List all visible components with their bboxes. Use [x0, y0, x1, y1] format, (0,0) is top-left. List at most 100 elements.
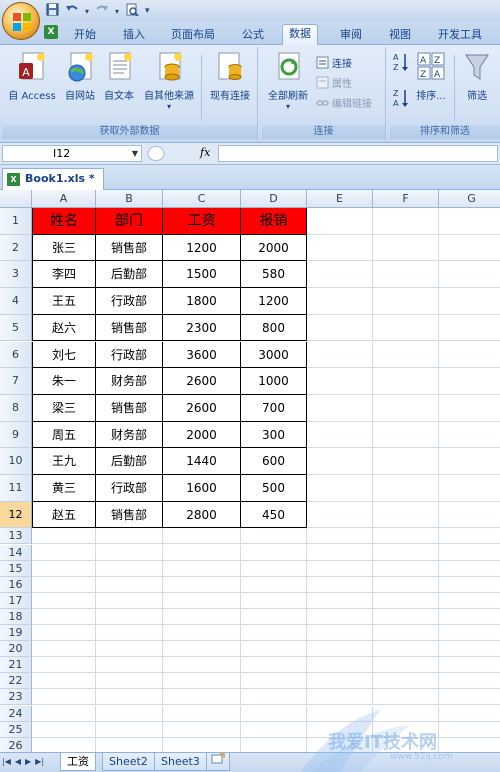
empty-cell[interactable]	[307, 501, 373, 529]
row-header-16[interactable]: 16	[0, 576, 32, 593]
table-cell[interactable]: 朱一	[32, 368, 96, 395]
empty-cell[interactable]	[163, 641, 241, 658]
undo-dropdown-icon[interactable]: ▾	[85, 7, 89, 16]
row-header-13[interactable]: 13	[0, 528, 32, 545]
table-cell[interactable]: 销售部	[96, 394, 163, 422]
empty-cell[interactable]	[241, 625, 307, 642]
table-cell[interactable]: 刘七	[32, 341, 96, 369]
empty-cell[interactable]	[32, 657, 96, 674]
empty-cell[interactable]	[307, 448, 373, 475]
prev-sheet-icon[interactable]: ◀	[15, 757, 21, 766]
empty-cell[interactable]	[439, 577, 500, 593]
empty-cell[interactable]	[373, 448, 439, 475]
table-cell[interactable]: 1200	[163, 234, 241, 262]
table-cell[interactable]: 赵五	[32, 501, 96, 529]
empty-cell[interactable]	[96, 528, 163, 545]
table-cell[interactable]: 梁三	[32, 394, 96, 422]
empty-cell[interactable]	[439, 673, 500, 690]
table-header-cell[interactable]: 部门	[96, 208, 163, 235]
empty-cell[interactable]	[307, 341, 373, 369]
table-cell[interactable]: 300	[241, 421, 307, 449]
table-cell[interactable]: 2600	[163, 368, 241, 395]
empty-cell[interactable]	[373, 288, 439, 315]
empty-cell[interactable]	[163, 576, 241, 593]
empty-cell[interactable]	[373, 592, 439, 609]
table-cell[interactable]: 1000	[241, 368, 307, 395]
empty-cell[interactable]	[96, 560, 163, 577]
table-cell[interactable]: 王九	[32, 448, 96, 475]
empty-cell[interactable]	[32, 625, 96, 642]
row-header-25[interactable]: 25	[0, 721, 32, 738]
empty-cell[interactable]	[373, 576, 439, 593]
select-all-corner[interactable]	[0, 190, 32, 208]
empty-cell[interactable]	[373, 689, 439, 706]
tab-data[interactable]: 数据	[282, 24, 318, 46]
table-cell[interactable]: 销售部	[96, 501, 163, 529]
edit-links-button[interactable]: 编辑链接	[316, 95, 372, 110]
empty-cell[interactable]	[32, 576, 96, 593]
empty-cell[interactable]	[241, 560, 307, 577]
sheet-tab-sheet2[interactable]: Sheet2	[102, 753, 155, 771]
table-cell[interactable]: 1440	[163, 448, 241, 475]
empty-cell[interactable]	[32, 689, 96, 706]
sheet-tab-sheet3[interactable]: Sheet3	[154, 753, 207, 771]
refresh-all-button[interactable]: 全部刷新 ▾	[262, 51, 314, 111]
row-header-10[interactable]: 10	[0, 448, 32, 475]
table-cell[interactable]: 600	[241, 448, 307, 475]
row-header-22[interactable]: 22	[0, 673, 32, 690]
empty-cell[interactable]	[241, 657, 307, 674]
empty-cell[interactable]	[373, 625, 439, 642]
empty-cell[interactable]	[241, 608, 307, 625]
empty-cell[interactable]	[439, 315, 500, 342]
column-header-c[interactable]: C	[163, 190, 241, 208]
table-cell[interactable]: 450	[241, 501, 307, 529]
table-cell[interactable]: 2000	[241, 234, 307, 262]
empty-cell[interactable]	[373, 208, 439, 235]
empty-cell[interactable]	[96, 641, 163, 658]
empty-cell[interactable]	[163, 705, 241, 722]
empty-cell[interactable]	[373, 421, 439, 449]
empty-cell[interactable]	[241, 528, 307, 545]
empty-cell[interactable]	[241, 705, 307, 722]
empty-cell[interactable]	[439, 528, 500, 545]
empty-cell[interactable]	[96, 625, 163, 642]
empty-cell[interactable]	[307, 625, 373, 642]
empty-cell[interactable]	[439, 342, 500, 369]
table-cell[interactable]: 行政部	[96, 341, 163, 369]
empty-cell[interactable]	[373, 673, 439, 690]
row-header-19[interactable]: 19	[0, 625, 32, 642]
empty-cell[interactable]	[439, 422, 500, 449]
empty-cell[interactable]	[241, 689, 307, 706]
empty-cell[interactable]	[163, 608, 241, 625]
tab-insert[interactable]: 插入	[117, 26, 151, 45]
empty-cell[interactable]	[163, 737, 241, 752]
empty-cell[interactable]	[32, 737, 96, 752]
qat-customize-dropdown-icon[interactable]: ▾	[145, 6, 150, 16]
tab-developer[interactable]: 开发工具	[432, 26, 488, 45]
row-header-6[interactable]: 6	[0, 341, 32, 369]
tab-formulas[interactable]: 公式	[236, 26, 270, 45]
empty-cell[interactable]	[439, 657, 500, 674]
empty-cell[interactable]	[163, 528, 241, 545]
sheet-tab-salary[interactable]: 工资	[60, 753, 96, 771]
row-header-2[interactable]: 2	[0, 234, 32, 262]
spreadsheet-grid[interactable]: A B C D E F G 1 姓名 部门 工资 报销 2 张三 销售部 1200 2000 3 李四 后勤部 1500…	[0, 190, 500, 752]
empty-cell[interactable]	[307, 368, 373, 395]
empty-cell[interactable]	[439, 235, 500, 262]
table-cell[interactable]: 2800	[163, 501, 241, 529]
empty-cell[interactable]	[307, 288, 373, 315]
empty-cell[interactable]	[241, 721, 307, 738]
empty-cell[interactable]	[307, 560, 373, 577]
empty-cell[interactable]	[96, 705, 163, 722]
empty-cell[interactable]	[307, 475, 373, 502]
column-header-e[interactable]: E	[307, 190, 373, 208]
row-header-4[interactable]: 4	[0, 288, 32, 315]
table-header-cell[interactable]: 报销	[241, 208, 307, 235]
table-cell[interactable]: 1600	[163, 475, 241, 502]
table-cell[interactable]: 黄三	[32, 475, 96, 502]
sort-desc-button[interactable]: Z A	[392, 87, 410, 113]
row-header-11[interactable]: 11	[0, 475, 32, 502]
empty-cell[interactable]	[307, 657, 373, 674]
empty-cell[interactable]	[307, 592, 373, 609]
empty-cell[interactable]	[163, 544, 241, 561]
